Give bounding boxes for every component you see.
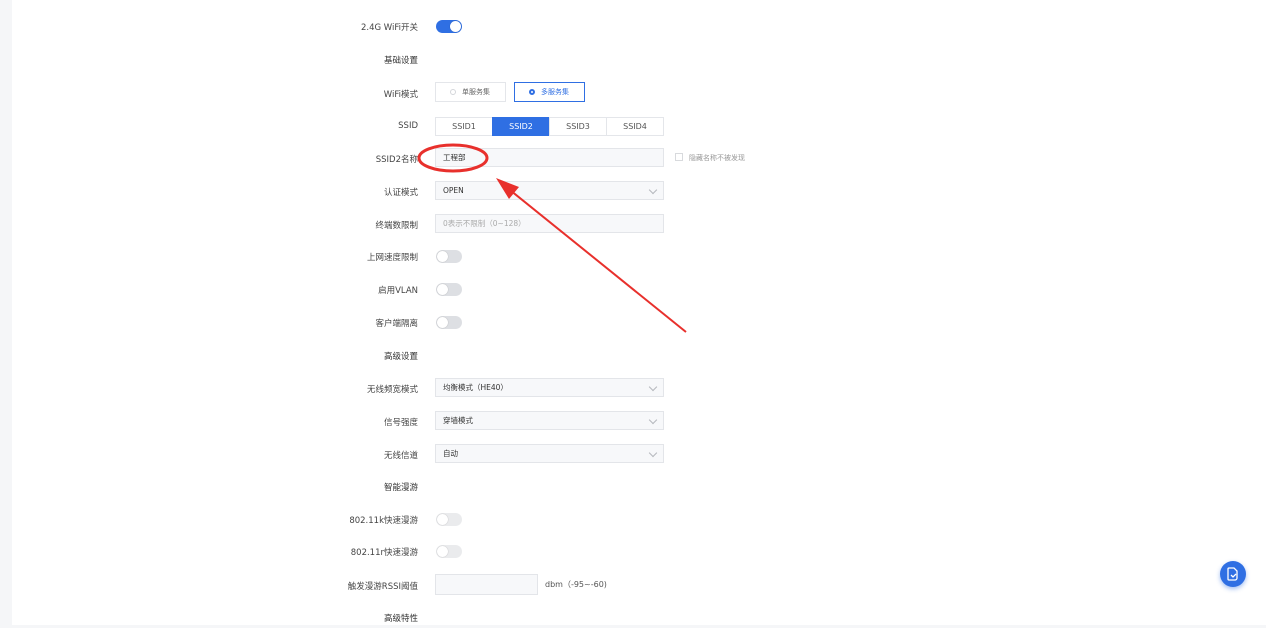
toggle-knob <box>437 251 448 262</box>
wifi-mode-label: WiFi模式 <box>383 90 418 100</box>
channel-label: 无线信道 <box>383 451 418 461</box>
ssid-row: SSID SSID1 SSID2 SSID3 SSID4 <box>0 117 1266 137</box>
wifi-mode-row: WiFi模式 单服务集 多服务集 <box>0 82 1266 102</box>
roaming-section-title: 智能漫游 <box>383 483 418 493</box>
toggle-knob <box>450 21 461 32</box>
ssid-name-label: SSID2名称 <box>375 155 418 165</box>
channel-select[interactable]: 自动 <box>435 444 664 463</box>
toggle-knob <box>437 317 448 328</box>
bandwidth-label: 无线频宽模式 <box>366 385 418 395</box>
rssi-label: 触发漫游RSSI阈值 <box>347 582 418 592</box>
wifi-mode-multi-label: 多服务集 <box>541 88 569 96</box>
vlan-label: 启用VLAN <box>378 286 418 296</box>
vlan-toggle[interactable] <box>436 283 462 296</box>
client-limit-row: 终端数限制 0表示不限制（0~128） <box>0 214 1266 234</box>
roaming-k-row: 802.11k快速漫游 <box>0 510 1266 530</box>
export-button[interactable] <box>1220 561 1246 587</box>
basic-section-title: 基础设置 <box>383 56 418 66</box>
tab-ssid1[interactable]: SSID1 <box>435 117 493 136</box>
roaming-r-row: 802.11r快速漫游 <box>0 542 1266 562</box>
wifi-24g-toggle[interactable] <box>436 20 462 33</box>
ssid-label: SSID <box>398 121 418 131</box>
wifi-24g-row: 2.4G WiFi开关 <box>0 17 1266 37</box>
tab-ssid3[interactable]: SSID3 <box>549 117 607 136</box>
advanced-section-row: 高级设置 <box>0 346 1266 366</box>
basic-section-row: 基础设置 <box>0 50 1266 70</box>
radio-selected-icon <box>529 89 535 95</box>
tab-ssid2[interactable]: SSID2 <box>492 117 550 136</box>
speed-limit-label: 上网速度限制 <box>366 253 418 263</box>
bandwidth-row: 无线频宽模式 均衡模式（HE40） <box>0 378 1266 398</box>
rssi-row: 触发漫游RSSI阈值 dbm（-95~-60) <box>0 574 1266 595</box>
client-isolation-row: 客户端隔离 <box>0 313 1266 333</box>
auth-mode-value: OPEN <box>443 186 464 195</box>
roaming-section-row: 智能漫游 <box>0 477 1266 497</box>
roaming-r-label: 802.11r快速漫游 <box>350 548 418 558</box>
auth-mode-select[interactable]: OPEN <box>435 181 664 200</box>
channel-row: 无线信道 自动 <box>0 444 1266 464</box>
auth-mode-label: 认证模式 <box>383 188 418 198</box>
signal-select[interactable]: 穿墙模式 <box>435 411 664 430</box>
speed-limit-toggle[interactable] <box>436 250 462 263</box>
speed-limit-row: 上网速度限制 <box>0 247 1266 267</box>
tab-ssid4[interactable]: SSID4 <box>606 117 664 136</box>
ssid-name-row: SSID2名称 工程部 隐藏名称不被发现 <box>0 148 1266 168</box>
radio-icon <box>450 89 456 95</box>
client-isolation-label: 客户端隔离 <box>375 319 418 329</box>
signal-row: 信号强度 穿墙模式 <box>0 411 1266 431</box>
toggle-knob <box>437 546 448 557</box>
wifi-mode-single-label: 单服务集 <box>462 88 490 96</box>
wifi-24g-label: 2.4G WiFi开关 <box>360 23 418 33</box>
chevron-down-icon <box>648 448 658 458</box>
toggle-knob <box>437 284 448 295</box>
roaming-r-toggle[interactable] <box>436 545 462 558</box>
bandwidth-select[interactable]: 均衡模式（HE40） <box>435 378 664 397</box>
chevron-down-icon <box>648 382 658 392</box>
roaming-k-toggle[interactable] <box>436 513 462 526</box>
channel-value: 自动 <box>443 449 458 458</box>
bandwidth-value: 均衡模式（HE40） <box>443 383 508 392</box>
export-icon <box>1227 567 1238 581</box>
signal-label: 信号强度 <box>383 418 418 428</box>
advanced-section-title: 高级设置 <box>383 352 418 362</box>
rssi-unit: dbm（-95~-60) <box>545 580 607 589</box>
roaming-k-label: 802.11k快速漫游 <box>349 516 418 526</box>
hide-ssid-checkbox[interactable] <box>675 153 683 161</box>
chevron-down-icon <box>648 185 658 195</box>
client-isolation-toggle[interactable] <box>436 316 462 329</box>
toggle-knob <box>437 514 448 525</box>
client-limit-label: 终端数限制 <box>375 221 418 231</box>
vlan-row: 启用VLAN <box>0 280 1266 300</box>
rssi-input[interactable] <box>435 574 538 595</box>
auth-mode-row: 认证模式 OPEN <box>0 181 1266 201</box>
chevron-down-icon <box>648 415 658 425</box>
wifi-mode-multi-option[interactable]: 多服务集 <box>514 82 585 102</box>
client-limit-input[interactable]: 0表示不限制（0~128） <box>435 214 664 233</box>
ssid-name-input[interactable]: 工程部 <box>435 148 664 167</box>
advanced-features-row: 高级特性 <box>0 608 1266 628</box>
advanced-features-title: 高级特性 <box>383 614 418 624</box>
hide-ssid-label: 隐藏名称不被发现 <box>689 154 745 162</box>
wifi-mode-single-option[interactable]: 单服务集 <box>435 82 506 102</box>
signal-value: 穿墙模式 <box>443 416 473 425</box>
